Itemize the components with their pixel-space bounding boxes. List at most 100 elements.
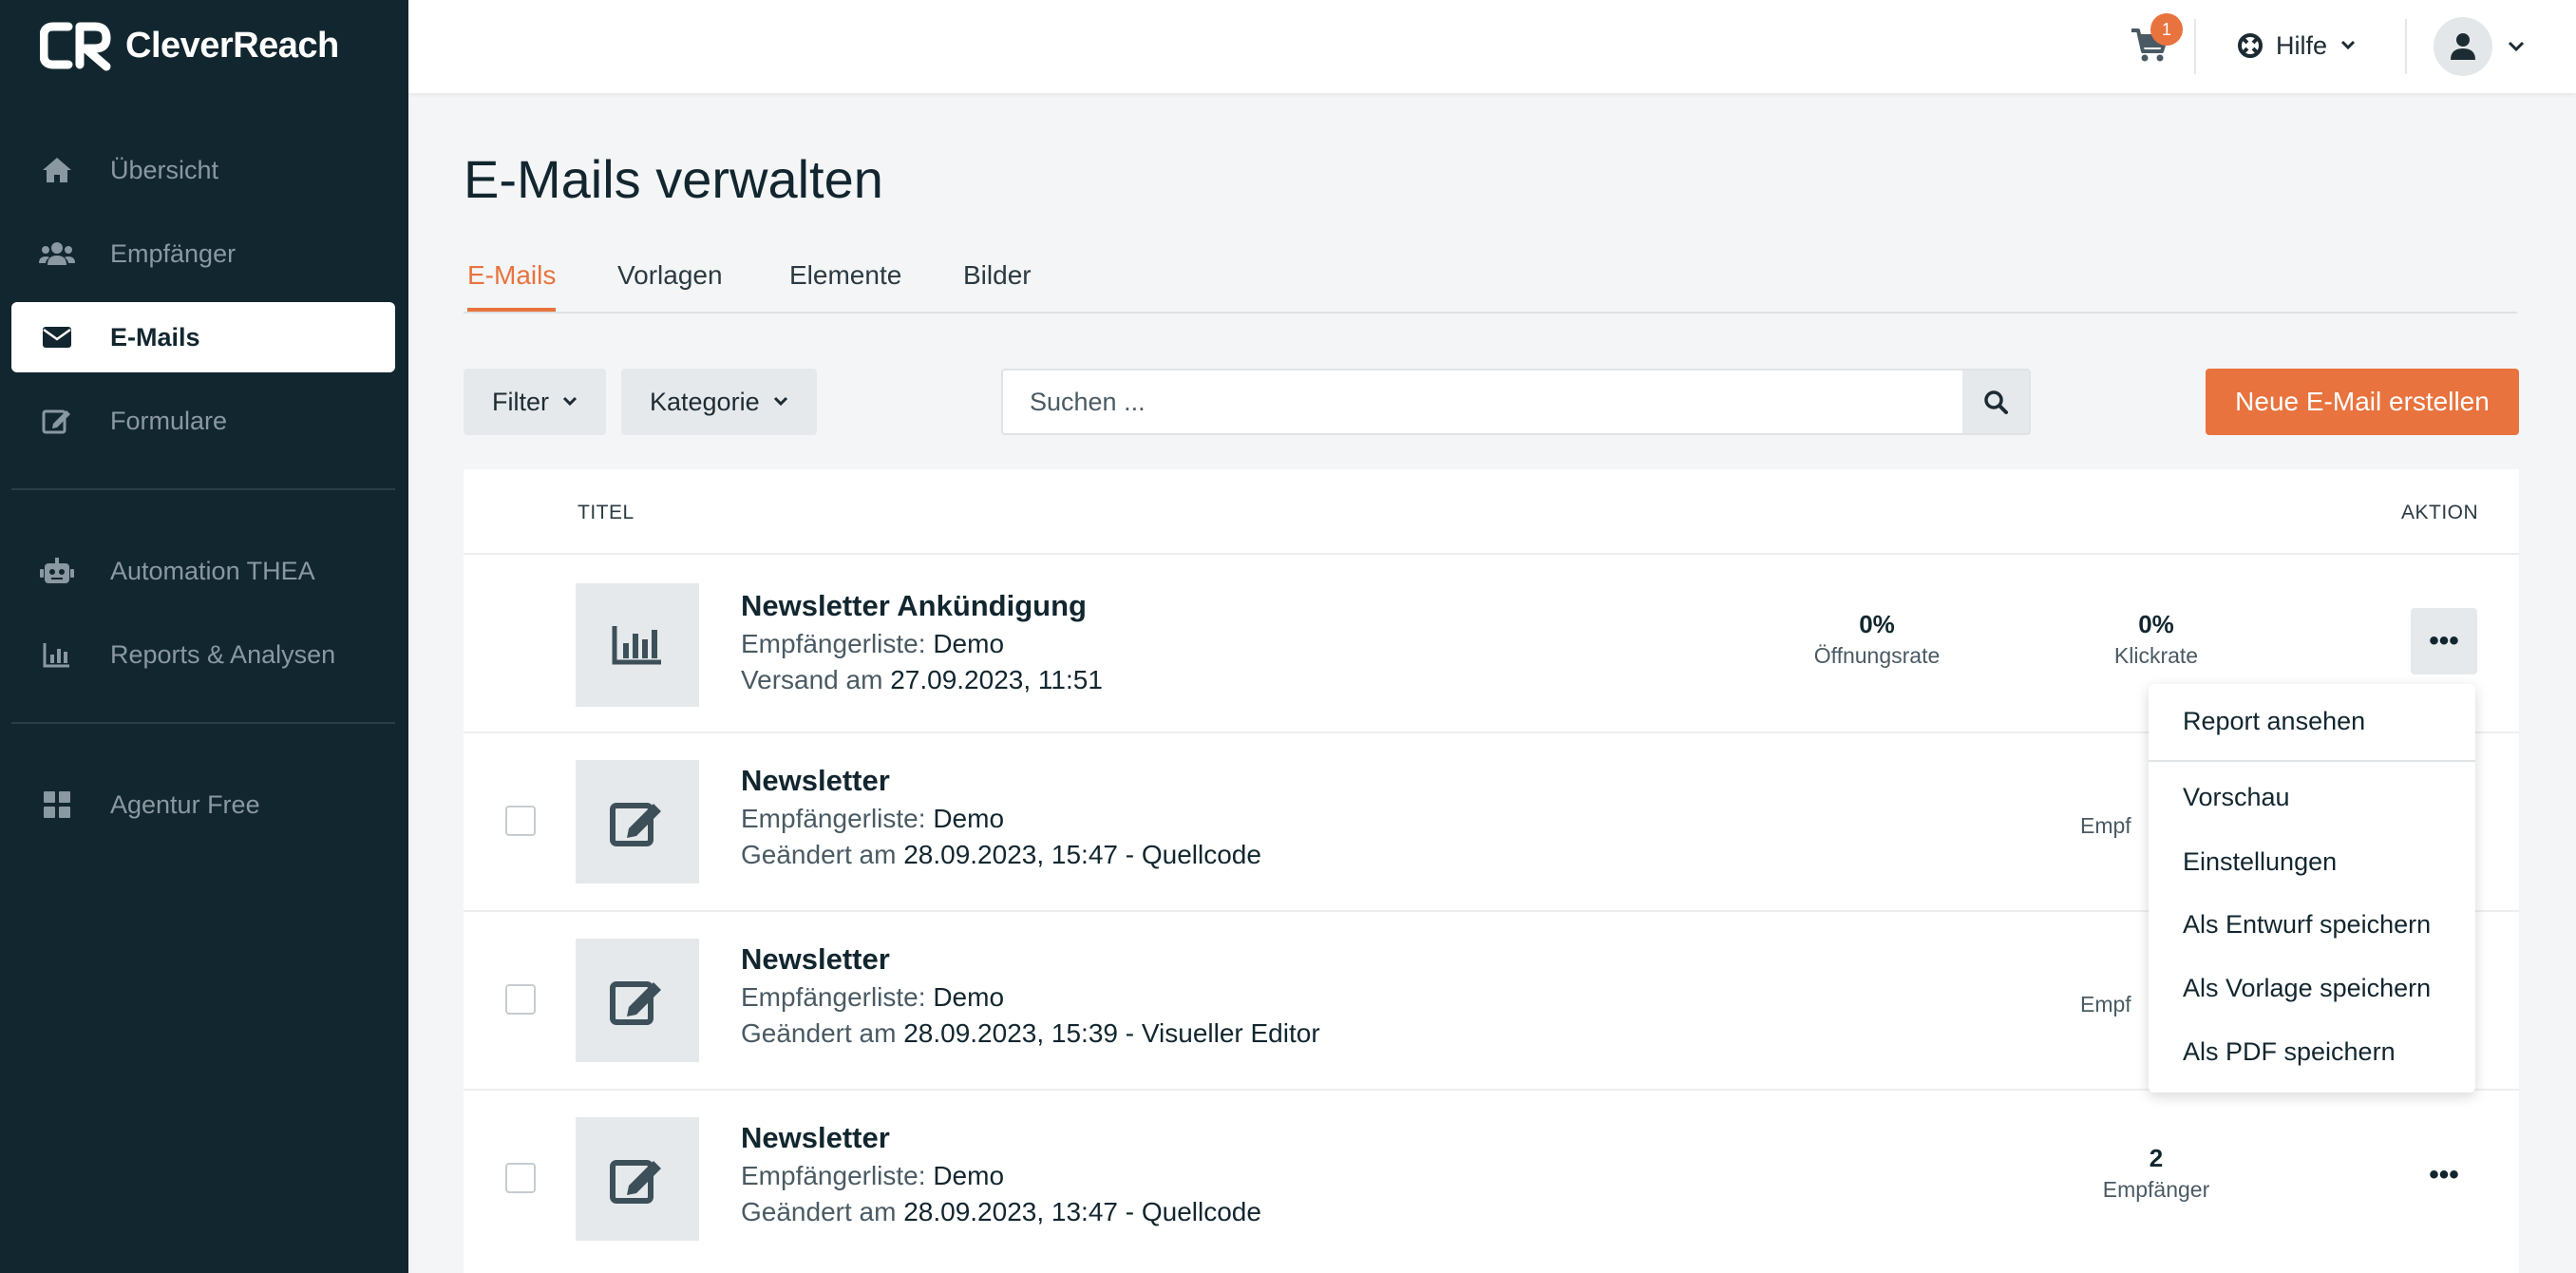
- open-rate-stat: 0% Öffnungsrate: [1772, 610, 1981, 669]
- home-icon: [36, 156, 78, 184]
- recipient-list-name: Demo: [933, 804, 1005, 833]
- topbar-divider: [2194, 19, 2196, 74]
- menu-item-save-draft[interactable]: Als Entwurf speichern: [2183, 910, 2431, 940]
- click-rate-label: Klickrate: [2113, 643, 2199, 668]
- menu-item-preview[interactable]: Vorschau: [2183, 783, 2290, 812]
- recipient-count-value: 2: [2149, 1144, 2164, 1172]
- avatar: [2434, 17, 2492, 76]
- search-icon: [1984, 390, 2008, 414]
- recipient-list: Empfängerliste: Demo: [741, 804, 1004, 834]
- modified-date-label: Geändert am: [741, 840, 897, 869]
- modified-date-label: Geändert am: [741, 1197, 897, 1226]
- sidebar-item-label: Empfänger: [110, 238, 237, 268]
- recipient-list: Empfängerliste: Demo: [741, 1161, 1004, 1191]
- new-email-button[interactable]: Neue E-Mail erstellen: [2206, 369, 2519, 435]
- robot-icon: [36, 557, 78, 585]
- sidebar: CleverReach Übersicht Empfänger E-Mails …: [0, 0, 408, 1273]
- sidebar-item-empfaenger[interactable]: Empfänger: [11, 218, 395, 289]
- sidebar-item-label: Reports & Analysen: [110, 639, 336, 669]
- row-checkbox[interactable]: [505, 1163, 536, 1193]
- table-row[interactable]: Newsletter Empfängerliste: Demo Geändert…: [464, 1089, 2519, 1267]
- sidebar-item-emails[interactable]: E-Mails: [11, 302, 395, 372]
- recipient-list: Empfängerliste: Demo: [741, 629, 1004, 659]
- edit-thumbnail[interactable]: [576, 939, 699, 1062]
- tab-elemente[interactable]: Elemente: [789, 260, 901, 308]
- category-label: Kategorie: [650, 387, 760, 416]
- row-checkbox[interactable]: [505, 984, 536, 1015]
- send-date-value: 27.09.2023, 11:51: [890, 665, 1103, 694]
- topbar: 1 Hilfe: [408, 0, 2576, 93]
- menu-item-save-pdf[interactable]: Als PDF speichern: [2183, 1037, 2396, 1067]
- sidebar-item-reports[interactable]: Reports & Analysen: [11, 619, 395, 690]
- click-rate-value: 0%: [2138, 610, 2174, 638]
- tab-vorlagen[interactable]: Vorlagen: [617, 260, 723, 308]
- more-actions-button[interactable]: •••: [2411, 1142, 2477, 1208]
- modified-date: Geändert am 28.09.2023, 13:47 - Quellcod…: [741, 1197, 1261, 1227]
- search-input[interactable]: [1003, 370, 1962, 433]
- recipient-list-label: Empfängerliste:: [741, 982, 926, 1012]
- column-header-action: AKTION: [2401, 502, 2479, 523]
- envelope-icon: [36, 325, 78, 350]
- email-title[interactable]: Newsletter: [741, 764, 890, 798]
- edit-icon: [610, 981, 661, 1025]
- edit-icon: [36, 407, 78, 435]
- sidebar-nav: Übersicht Empfänger E-Mails Formulare Au…: [11, 135, 395, 853]
- user-menu-button[interactable]: [2434, 17, 2525, 76]
- sidebar-item-label: Agentur Free: [110, 789, 260, 819]
- ellipsis-icon: •••: [2429, 1159, 2459, 1190]
- logo[interactable]: CleverReach: [40, 19, 339, 72]
- sidebar-item-agentur[interactable]: Agentur Free: [11, 770, 395, 840]
- click-rate-stat: 0% Klickrate: [2052, 610, 2261, 669]
- search-button[interactable]: [1962, 370, 2029, 433]
- edit-icon: [610, 1160, 661, 1204]
- menu-item-save-template[interactable]: Als Vorlage speichern: [2183, 974, 2431, 1003]
- recipient-list-name: Demo: [933, 1161, 1005, 1190]
- edit-icon: [610, 803, 661, 846]
- open-rate-label: Öffnungsrate: [1813, 643, 1941, 668]
- modified-date-value: 28.09.2023, 15:39 - Visueller Editor: [903, 1018, 1320, 1048]
- email-title[interactable]: Newsletter Ankündigung: [741, 589, 1087, 623]
- filter-button[interactable]: Filter: [464, 369, 606, 435]
- lifebuoy-icon: [2238, 33, 2263, 58]
- sidebar-item-label: Formulare: [110, 406, 228, 435]
- column-header-title: TITEL: [578, 502, 635, 523]
- tab-bilder[interactable]: Bilder: [963, 260, 1032, 308]
- bar-chart-icon: [612, 626, 661, 665]
- nav-divider: [11, 488, 395, 490]
- recipient-list-name: Demo: [933, 982, 1005, 1012]
- chevron-down-icon: [773, 396, 787, 407]
- tab-emails[interactable]: E-Mails: [467, 260, 557, 312]
- recipient-count-stat: 2 Empfänger: [2052, 1144, 2261, 1203]
- report-thumbnail[interactable]: [576, 583, 699, 707]
- email-title[interactable]: Newsletter: [741, 1121, 890, 1155]
- chevron-down-icon: [562, 396, 578, 407]
- topbar-divider: [2405, 19, 2407, 74]
- recipient-list: Empfängerliste: Demo: [741, 982, 1004, 1013]
- help-menu-button[interactable]: Hilfe: [2238, 27, 2356, 65]
- more-actions-button[interactable]: •••: [2411, 608, 2477, 674]
- cart-count-badge: 1: [2150, 13, 2183, 46]
- grid-icon: [36, 790, 78, 819]
- chevron-down-icon: [2340, 40, 2356, 50]
- edit-thumbnail[interactable]: [576, 1117, 699, 1241]
- page-title: E-Mails verwalten: [464, 149, 883, 209]
- recipient-list-label: Empfängerliste:: [741, 804, 926, 833]
- email-title[interactable]: Newsletter: [741, 942, 890, 977]
- menu-item-report[interactable]: Report ansehen: [2183, 707, 2365, 736]
- category-button[interactable]: Kategorie: [621, 369, 817, 435]
- edit-thumbnail[interactable]: [576, 760, 699, 884]
- modified-date-label: Geändert am: [741, 1018, 897, 1048]
- sidebar-item-label: Übersicht: [110, 155, 219, 184]
- modified-date: Geändert am 28.09.2023, 15:47 - Quellcod…: [741, 840, 1261, 870]
- modified-date-value: 28.09.2023, 15:47 - Quellcode: [903, 840, 1261, 869]
- sidebar-item-automation[interactable]: Automation THEA: [11, 536, 395, 606]
- send-date-label: Versand am: [741, 665, 883, 694]
- sidebar-item-formulare[interactable]: Formulare: [11, 386, 395, 456]
- logo-text: CleverReach: [125, 25, 339, 66]
- sidebar-item-uebersicht[interactable]: Übersicht: [11, 135, 395, 205]
- send-date: Versand am 27.09.2023, 11:51: [741, 665, 1103, 695]
- actions-dropdown-menu: Report ansehen Vorschau Einstellungen Al…: [2149, 684, 2475, 1092]
- user-icon: [2451, 33, 2475, 60]
- row-checkbox[interactable]: [505, 806, 536, 836]
- menu-item-settings[interactable]: Einstellungen: [2183, 847, 2337, 877]
